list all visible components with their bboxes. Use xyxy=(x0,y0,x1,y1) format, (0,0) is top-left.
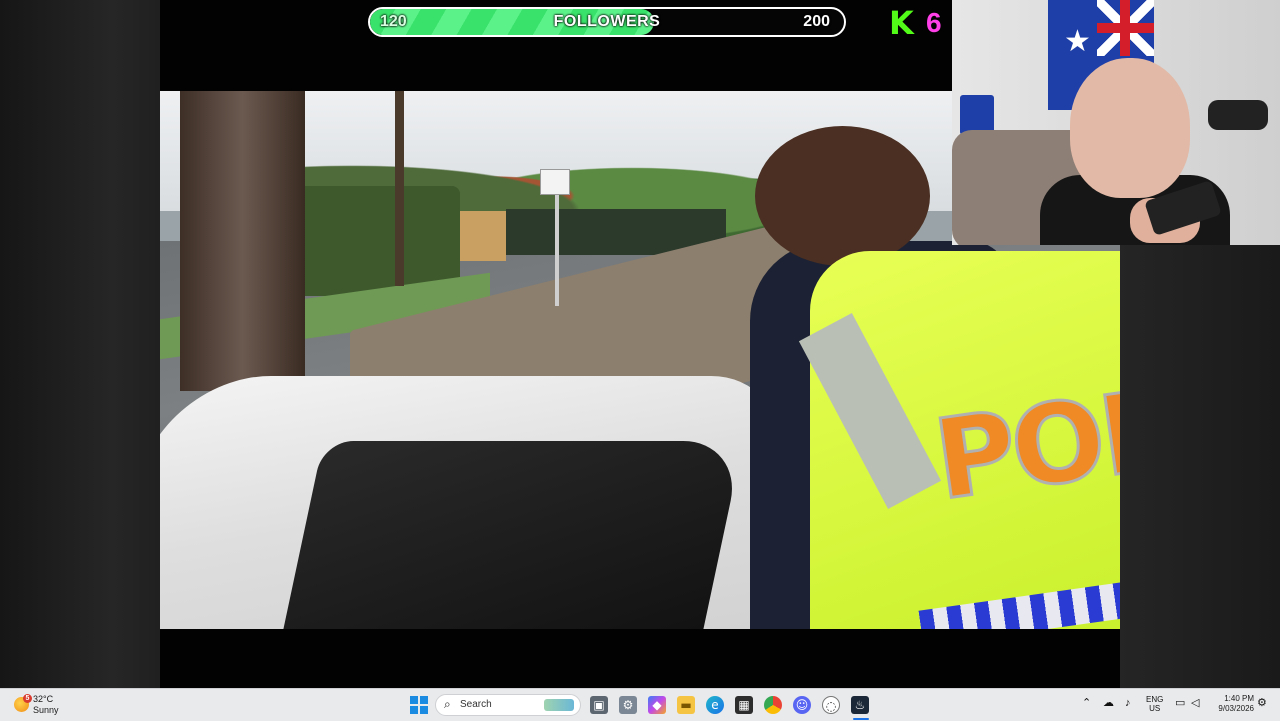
video-power-pole xyxy=(395,91,404,286)
network-icon[interactable]: ▭ xyxy=(1175,698,1185,709)
microphone-icon[interactable]: ♪ xyxy=(1125,698,1131,709)
taskbar-search[interactable]: ⌕ Search xyxy=(435,694,581,716)
clock-time: 1:40 PM xyxy=(1224,694,1254,703)
search-icon: ⌕ xyxy=(444,697,451,711)
task-view-icon[interactable]: ▣ xyxy=(590,696,608,714)
kick-logo: K xyxy=(889,4,914,42)
webcam-overlay: ★ xyxy=(952,0,1280,245)
weather-badge: 5 xyxy=(23,694,32,703)
weather-condition: Sunny xyxy=(33,705,59,715)
small-flag xyxy=(960,95,994,135)
onedrive-icon[interactable]: ☁ xyxy=(1103,698,1114,709)
notification-icon[interactable]: ⚙ xyxy=(1257,698,1267,709)
flag-star-icon: ★ xyxy=(1064,25,1091,58)
chrome-icon[interactable] xyxy=(764,696,782,714)
video-tree-trunk xyxy=(180,91,305,391)
search-label: Search xyxy=(460,699,492,710)
follower-goal-bar: 120 FOLLOWERS 200 xyxy=(368,7,846,37)
flag-cross-horizontal xyxy=(1097,23,1154,33)
store-icon[interactable]: ▦ xyxy=(735,696,753,714)
settings-icon[interactable]: ⚙ xyxy=(619,696,637,714)
goal-label: FOLLOWERS xyxy=(553,13,661,30)
taskbar: 5 32°C Sunny ⌕ Search ▣ ⚙ ◆ ▬ e ▦ ☺ ◌ ♨ … xyxy=(0,688,1280,721)
search-highlight-icon xyxy=(544,699,574,711)
goal-end-value: 200 xyxy=(803,13,830,30)
region-code: US xyxy=(1149,704,1161,713)
video-sign xyxy=(540,169,570,195)
language-code: ENG xyxy=(1146,695,1164,704)
edge-icon[interactable]: e xyxy=(706,696,724,714)
video-gate xyxy=(460,211,506,261)
system-clock[interactable]: 1:40 PM 9/03/2026 xyxy=(1208,694,1254,714)
language-indicator[interactable]: ENG US xyxy=(1146,695,1163,713)
volume-icon[interactable]: ◁ xyxy=(1191,698,1199,709)
weather-temperature: 32°C xyxy=(33,694,54,704)
folder-icon[interactable]: ▬ xyxy=(677,696,695,714)
discord-icon[interactable]: ☺ xyxy=(793,696,811,714)
chevron-up-icon[interactable]: ⌃ xyxy=(1082,698,1091,709)
left-background xyxy=(0,0,160,688)
app-icon[interactable]: ◌ xyxy=(822,696,840,714)
viewer-count: 6 xyxy=(926,7,942,38)
video-sign-pole xyxy=(555,176,559,306)
video-officer-head xyxy=(755,126,930,266)
clock-date: 9/03/2026 xyxy=(1218,704,1254,713)
microphone xyxy=(1208,100,1268,130)
steam-icon[interactable]: ♨ xyxy=(851,696,869,714)
streamer-head xyxy=(1070,58,1190,198)
video-car-window xyxy=(276,441,744,629)
start-icon[interactable] xyxy=(410,696,428,714)
right-background xyxy=(1120,245,1280,688)
copilot-icon[interactable]: ◆ xyxy=(648,696,666,714)
